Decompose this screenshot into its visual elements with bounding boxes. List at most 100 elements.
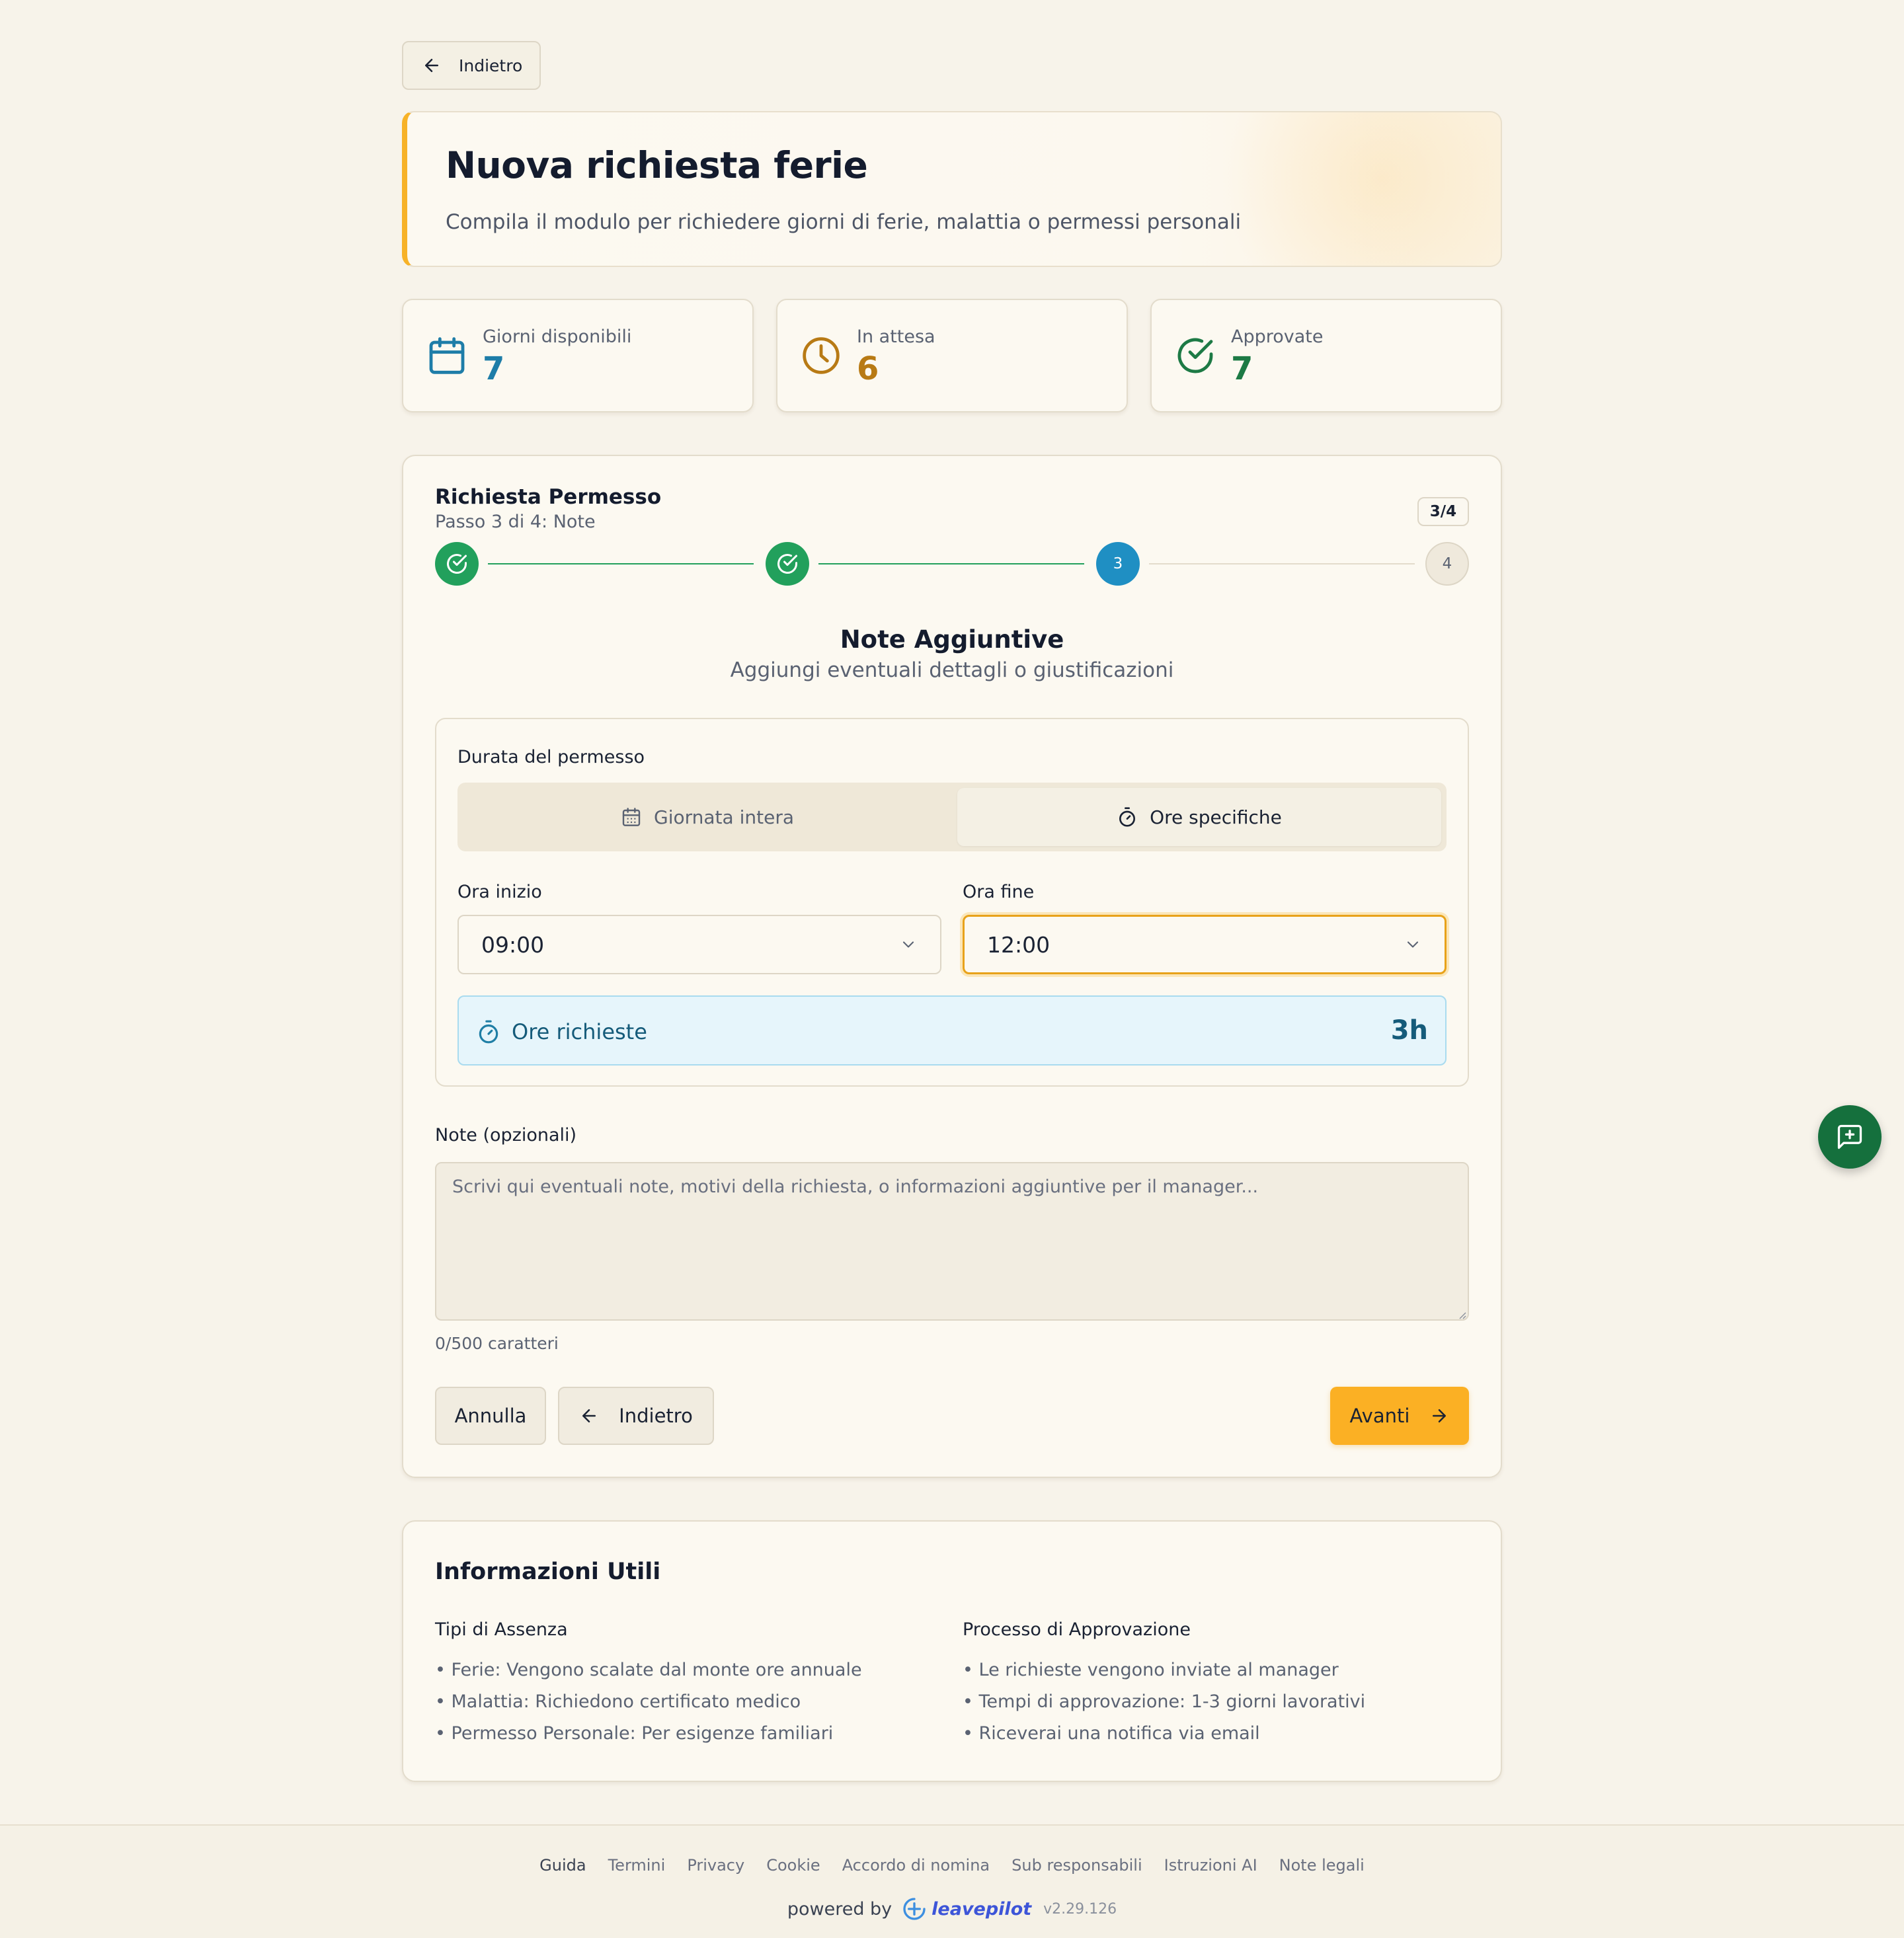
clock-icon — [803, 337, 840, 374]
timer-icon — [1119, 807, 1136, 827]
requested-hours-value: 3h — [1390, 1015, 1428, 1046]
footer-link-ai-instructions[interactable]: Istruzioni AI — [1164, 1856, 1257, 1875]
hero-decoration — [1210, 112, 1501, 266]
requested-hours-summary: Ore richieste 3h — [457, 995, 1447, 1066]
page-title: Nuova richiesta ferie — [446, 144, 868, 186]
option-full-day[interactable]: Giornata intera — [463, 788, 952, 846]
check-circle-icon — [777, 554, 797, 574]
back-button-label: Indietro — [459, 56, 523, 75]
requested-hours-label: Ore richieste — [512, 1019, 647, 1044]
end-time-value: 12:00 — [987, 931, 1051, 958]
leavepilot-logo-icon — [903, 1898, 926, 1920]
stat-label: Giorni disponibili — [483, 327, 632, 347]
footer-link-privacy[interactable]: Privacy — [687, 1856, 744, 1875]
start-time-value: 09:00 — [481, 931, 545, 958]
cancel-button-label: Annulla — [454, 1405, 527, 1427]
next-step-button[interactable]: Avanti — [1330, 1387, 1469, 1445]
option-label: Ore specifiche — [1150, 806, 1282, 828]
step-counter-badge: 3/4 — [1417, 497, 1469, 526]
page-subtitle: Compila il modulo per richiedere giorni … — [446, 210, 1242, 234]
footer-link-cookie[interactable]: Cookie — [766, 1856, 820, 1875]
stat-label: In attesa — [857, 327, 935, 347]
previous-step-button[interactable]: Indietro — [558, 1387, 714, 1445]
arrow-left-icon — [582, 1409, 596, 1422]
duration-panel: Durata del permesso Giornata intera Ore … — [435, 718, 1469, 1087]
check-circle-icon — [1177, 338, 1213, 373]
app-version: v2.29.126 — [1043, 1900, 1117, 1918]
arrow-left-icon — [425, 59, 438, 72]
cancel-button[interactable]: Annulla — [435, 1387, 546, 1445]
stats-row: Giorni disponibili 7 In attesa 6 Approva… — [402, 299, 1502, 412]
step-connector-done — [488, 563, 754, 564]
page-container: Indietro Nuova richiesta ferie Compila i… — [402, 41, 1502, 1782]
list-item: • Malattia: Richiedono certificato medic… — [435, 1691, 801, 1712]
step-3-active: 3 — [1096, 542, 1140, 586]
notes-textarea[interactable] — [435, 1162, 1469, 1321]
powered-by: powered by leavepilot v2.29.126 — [0, 1896, 1904, 1922]
notes-label: Note (opzionali) — [435, 1125, 577, 1145]
back-button-top[interactable]: Indietro — [402, 41, 541, 90]
option-label: Giornata intera — [654, 806, 794, 828]
info-title: Informazioni Utili — [435, 1559, 661, 1585]
stat-value: 6 — [857, 350, 879, 387]
list-item: • Tempi di approvazione: 1-3 giorni lavo… — [963, 1691, 1366, 1712]
notes-char-counter: 0/500 caratteri — [435, 1334, 559, 1353]
end-time-label: Ora fine — [963, 882, 1035, 902]
section-subtitle: Aggiungi eventuali dettagli o giustifica… — [730, 658, 1174, 682]
stat-value: 7 — [1231, 350, 1253, 387]
next-step-label: Avanti — [1349, 1405, 1410, 1427]
list-item: • Le richieste vengono inviate al manage… — [963, 1660, 1339, 1680]
section-title: Note Aggiuntive — [840, 625, 1064, 654]
info-column-approval-process: Processo di Approvazione • Le richieste … — [963, 1619, 1465, 1750]
message-plus-icon — [1837, 1124, 1862, 1149]
list-item: • Ferie: Vengono scalate dal monte ore a… — [435, 1660, 862, 1680]
brand-logo[interactable]: leavepilot — [901, 1896, 1031, 1922]
calendar-icon — [429, 337, 465, 374]
request-wizard-card: Richiesta Permesso Passo 3 di 4: Note 3/… — [402, 455, 1502, 1478]
powered-by-label: powered by — [787, 1898, 892, 1919]
chevron-down-icon — [1407, 941, 1419, 948]
info-card: Informazioni Utili Tipi di Assenza • Fer… — [402, 1520, 1502, 1782]
wizard-title: Richiesta Permesso — [435, 485, 662, 509]
chevron-down-icon — [902, 941, 914, 948]
info-column-absence-types: Tipi di Assenza • Ferie: Vengono scalate… — [435, 1619, 937, 1750]
step-connector-done — [818, 563, 1084, 564]
footer-links: Guida Termini Privacy Cookie Accordo di … — [0, 1856, 1904, 1875]
stat-label: Approvate — [1231, 327, 1324, 347]
end-time-select[interactable]: 12:00 — [963, 915, 1447, 974]
resize-grip-icon[interactable] — [1457, 1310, 1466, 1319]
calendar-icon — [622, 808, 641, 826]
stat-pending: In attesa 6 — [776, 299, 1128, 412]
feedback-fab-button[interactable] — [1818, 1105, 1882, 1169]
step-2-done — [766, 542, 809, 586]
step-4-pending: 4 — [1425, 542, 1469, 586]
option-specific-hours[interactable]: Ore specifiche — [957, 788, 1441, 846]
duration-label: Durata del permesso — [457, 747, 645, 767]
footer-link-guide[interactable]: Guida — [539, 1856, 586, 1875]
step-connector-pending — [1149, 563, 1415, 564]
list-item: • Riceverai una notifica via email — [963, 1723, 1260, 1744]
duration-toggle: Giornata intera Ore specifiche — [457, 783, 1447, 851]
stepper: 3 4 — [435, 542, 1469, 586]
hero-banner: Nuova richiesta ferie Compila il modulo … — [402, 111, 1502, 267]
footer-link-terms[interactable]: Termini — [608, 1856, 666, 1875]
timer-icon — [479, 1020, 498, 1044]
start-time-select[interactable]: 09:00 — [457, 915, 941, 974]
stat-value: 7 — [483, 350, 505, 387]
check-circle-icon — [447, 554, 467, 574]
footer: Guida Termini Privacy Cookie Accordo di … — [0, 1824, 1904, 1938]
previous-step-label: Indietro — [619, 1405, 693, 1427]
stat-available-days: Giorni disponibili 7 — [402, 299, 754, 412]
brand-name: leavepilot — [932, 1898, 1032, 1919]
list-item: • Permesso Personale: Per esigenze famil… — [435, 1723, 834, 1744]
arrow-right-icon — [1433, 1409, 1447, 1422]
footer-link-nomination-agreement[interactable]: Accordo di nomina — [842, 1856, 990, 1875]
info-column-heading: Processo di Approvazione — [963, 1619, 1191, 1640]
step-1-done — [435, 542, 479, 586]
footer-link-legal-notes[interactable]: Note legali — [1279, 1856, 1365, 1875]
stat-approved: Approvate 7 — [1150, 299, 1502, 412]
info-column-heading: Tipi di Assenza — [435, 1619, 568, 1640]
footer-link-sub-processors[interactable]: Sub responsabili — [1012, 1856, 1142, 1875]
start-time-label: Ora inizio — [457, 882, 542, 902]
wizard-subtitle: Passo 3 di 4: Note — [435, 512, 596, 532]
